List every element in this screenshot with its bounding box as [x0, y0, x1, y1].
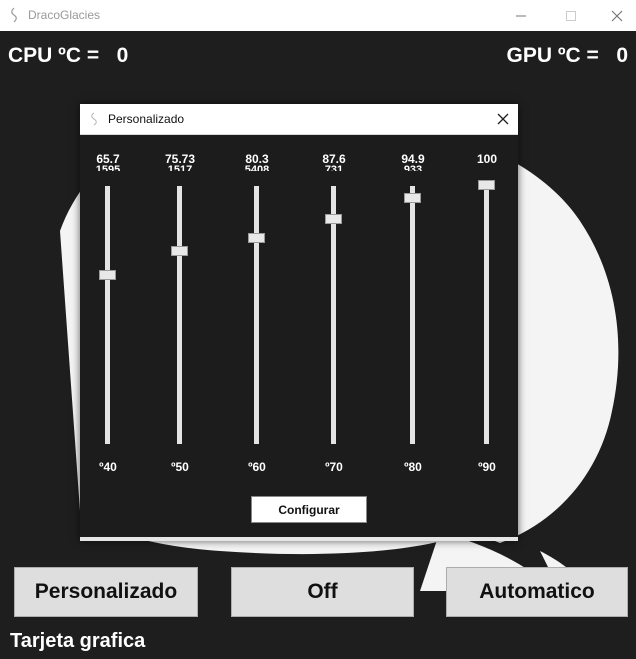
fan-slider-column: 100 º90	[457, 134, 517, 514]
minimize-icon[interactable]	[498, 0, 544, 31]
slider-track[interactable]	[331, 186, 336, 444]
cpu-label: CPU ºC =	[8, 44, 100, 67]
slider-temperature-value: 80.3	[245, 152, 269, 166]
gpu-value: 0	[616, 44, 628, 67]
slider-tick-label: º50	[171, 460, 189, 474]
fan-slider-column: 80.3 5408 º60	[227, 134, 287, 514]
slider-temperature-value: 75.73	[164, 152, 196, 166]
dialog-app-icon	[91, 112, 97, 126]
configure-button[interactable]: Configurar	[251, 496, 367, 523]
fan-slider-column: 65.7 1595 º40	[78, 134, 138, 514]
slider-temperature-value: 65.7	[96, 152, 120, 166]
slider-temperature-value: 87.6	[322, 152, 346, 166]
fan-slider-column: 87.6 731 º70	[304, 134, 364, 514]
slider-track[interactable]	[177, 186, 182, 444]
slider-track[interactable]	[410, 186, 415, 444]
slider-track[interactable]	[105, 186, 110, 444]
cpu-temperature: CPU ºC = 0	[8, 44, 128, 68]
slider-thumb[interactable]	[404, 192, 421, 203]
dialog-close-icon[interactable]	[488, 104, 518, 134]
graphics-card-label: Tarjeta grafica	[10, 630, 146, 652]
slider-rpm-value: 1595	[95, 165, 121, 171]
window-titlebar: DracoGlacies	[0, 0, 636, 31]
gpu-temperature: GPU ºC = 0	[507, 44, 628, 68]
slider-temperature-value: 100	[476, 152, 498, 166]
slider-thumb[interactable]	[99, 270, 116, 281]
slider-thumb[interactable]	[248, 232, 265, 243]
slider-rpm-value: 731	[324, 165, 344, 171]
window-title: DracoGlacies	[28, 8, 101, 22]
slider-rpm-value: 1517	[167, 165, 193, 171]
slider-rpm-value: 5408	[244, 165, 270, 171]
off-mode-button[interactable]: Off	[231, 567, 414, 617]
maximize-icon[interactable]	[548, 0, 594, 31]
dialog-bottom-bar	[80, 537, 518, 541]
app-icon	[11, 7, 17, 23]
slider-tick-label: º90	[478, 460, 496, 474]
slider-track[interactable]	[254, 186, 259, 444]
auto-mode-button[interactable]: Automatico	[446, 567, 628, 617]
cpu-value: 0	[116, 44, 129, 67]
slider-thumb[interactable]	[171, 245, 188, 256]
fan-slider-column: 75.73 1517 º50	[150, 134, 210, 514]
slider-tick-label: º60	[248, 460, 266, 474]
slider-rpm-value	[457, 165, 517, 171]
dialog-title: Personalizado	[108, 112, 185, 126]
slider-rpm-value: 933	[403, 165, 423, 171]
dialog-titlebar: Personalizado	[80, 104, 518, 135]
slider-thumb[interactable]	[325, 213, 342, 224]
slider-tick-label: º40	[99, 460, 117, 474]
fan-slider-column: 94.9 933 º80	[383, 134, 443, 514]
slider-track[interactable]	[484, 186, 489, 444]
gpu-label: GPU ºC =	[506, 44, 599, 67]
slider-tick-label: º70	[325, 460, 343, 474]
slider-tick-label: º80	[404, 460, 422, 474]
close-icon[interactable]	[594, 0, 636, 31]
custom-mode-button[interactable]: Personalizado	[14, 567, 198, 617]
slider-temperature-value: 94.9	[401, 152, 425, 166]
custom-curve-dialog: Personalizado 65.7 1595 º40 75.73 1517 º50 80.…	[80, 104, 518, 541]
slider-thumb[interactable]	[478, 180, 495, 190]
